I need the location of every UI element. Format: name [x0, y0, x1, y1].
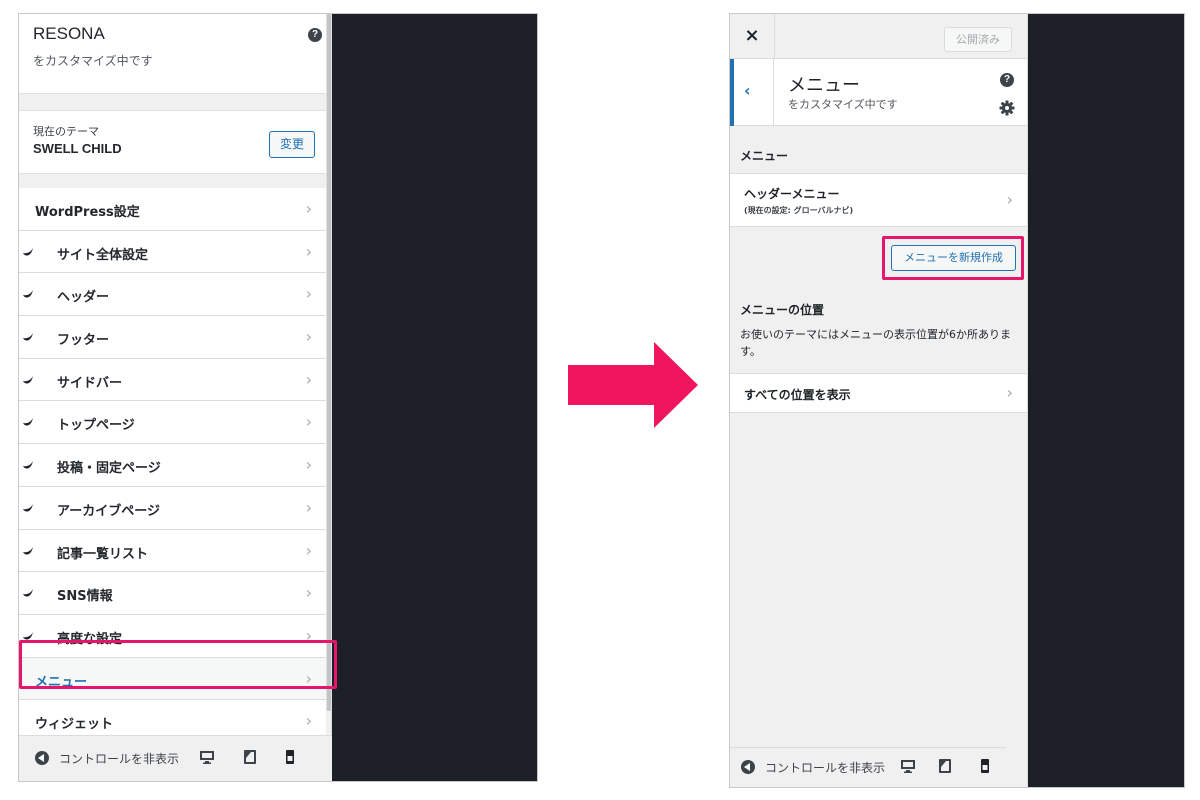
swell-icon [23, 589, 33, 597]
desktop-icon[interactable] [199, 749, 215, 765]
customizing-label: をカスタマイズ中です [788, 98, 898, 111]
swell-icon [23, 461, 33, 469]
chevron-right-icon: › [305, 497, 312, 517]
highlight-box [882, 236, 1024, 280]
view-all-locations-item[interactable]: すべての位置を表示 › [730, 373, 1027, 413]
menu-current-location: (現在の設定: グローバルナビ) [744, 206, 854, 215]
mobile-icon[interactable] [282, 749, 298, 765]
sidebar-item-label: 投稿・固定ページ [57, 461, 161, 477]
sidebar-item-label: SNS情報 [57, 589, 113, 605]
arrow-right-icon [568, 342, 698, 428]
back-icon: ‹ [744, 81, 751, 100]
sidebar-item-label: アーカイブページ [57, 503, 160, 519]
tablet-icon[interactable] [937, 758, 953, 774]
customizer-footer: コントロールを非表示 [19, 735, 332, 781]
site-preview [332, 14, 537, 781]
chevron-right-icon: › [305, 540, 312, 560]
sidebar-item-label: トップページ [57, 418, 135, 434]
sidebar-item-label: ヘッダー [57, 290, 110, 306]
customizing-label: をカスタマイズ中です [33, 54, 153, 68]
theme-label: 現在のテーマ [33, 125, 99, 138]
scrollbar-thumb[interactable] [327, 14, 331, 711]
sidebar-item-label: フッター [57, 333, 110, 349]
swell-icon [23, 418, 33, 426]
sidebar-item-label: サイト全体設定 [57, 247, 149, 263]
hide-controls-button[interactable]: コントロールを非表示 [765, 759, 886, 776]
left-screenshot: RESONA をカスタマイズ中です ? 現在のテーマ SWELL CHILD 変… [18, 13, 538, 782]
sidebar-item-header[interactable]: ヘッダー › [19, 273, 326, 317]
header-menu-item[interactable]: ヘッダーメニュー (現在の設定: グローバルナビ) › [730, 173, 1027, 227]
sidebar-item-archive-page[interactable]: アーカイブページ › [19, 486, 326, 530]
chevron-right-icon: › [305, 199, 312, 218]
right-screenshot: × 公開済み ‹ メニュー をカスタマイズ中です ? メニュー ヘッダーメニュー… [729, 13, 1185, 788]
sidebar-item-sns[interactable]: SNS情報 › [19, 572, 326, 615]
menu-name: ヘッダーメニュー [744, 187, 840, 201]
panel-title: メニュー [788, 75, 860, 96]
sidebar-item-footer[interactable]: フッター › [19, 316, 326, 359]
swell-icon [23, 247, 33, 256]
collapse-icon[interactable] [35, 751, 49, 765]
chevron-right-icon: › [1006, 383, 1013, 402]
help-icon[interactable]: ? [308, 28, 322, 42]
gear-icon[interactable] [999, 100, 1015, 116]
sidebar-item-wordpress-settings[interactable]: WordPress設定 › [19, 188, 326, 231]
sidebar-item-sidebar[interactable]: サイドバー › [19, 358, 326, 402]
site-title: RESONA [33, 24, 105, 43]
chevron-right-icon: › [305, 327, 312, 347]
back-button[interactable]: ‹ [730, 59, 774, 126]
site-preview [1028, 14, 1184, 787]
hide-controls-button[interactable]: コントロールを非表示 [59, 750, 185, 767]
swell-icon [23, 375, 33, 384]
view-all-label: すべての位置を表示 [744, 388, 851, 402]
swell-icon [23, 290, 33, 298]
sidebar-item-label: サイドバー [57, 375, 123, 391]
swell-icon [23, 333, 33, 341]
customizer-toolbar: × 公開済み [730, 14, 1027, 59]
desktop-icon[interactable] [900, 758, 916, 774]
current-theme-section: 現在のテーマ SWELL CHILD 変更 [19, 110, 326, 174]
sidebar-item-label: 記事一覧リスト [57, 546, 149, 562]
customizer-header: RESONA をカスタマイズ中です ? [19, 14, 326, 94]
sidebar-item-site-settings[interactable]: サイト全体設定 › [19, 230, 326, 274]
locations-description: お使いのテーマにはメニューの表示位置が6か所あります。 [740, 328, 1011, 358]
close-icon[interactable]: × [730, 14, 775, 59]
sidebar-item-post-page[interactable]: 投稿・固定ページ › [19, 444, 326, 487]
help-icon[interactable]: ? [1000, 73, 1014, 87]
chevron-right-icon: › [305, 455, 312, 475]
tablet-icon[interactable] [242, 749, 258, 765]
chevron-right-icon: › [305, 284, 312, 304]
publish-button[interactable]: 公開済み [944, 27, 1012, 52]
chevron-right-icon: › [305, 241, 312, 261]
customizer-sidebar: × 公開済み ‹ メニュー をカスタマイズ中です ? メニュー ヘッダーメニュー… [730, 14, 1028, 787]
swell-icon [23, 503, 33, 512]
sidebar-item-top-page[interactable]: トップページ › [19, 401, 326, 445]
theme-name: SWELL CHILD [33, 141, 122, 156]
panel-header: ‹ メニュー をカスタマイズ中です ? [730, 59, 1027, 126]
mobile-icon[interactable] [977, 758, 993, 774]
collapse-icon[interactable] [741, 760, 755, 774]
customizer-footer: コントロールを非表示 [730, 747, 1006, 787]
section-title-locations: メニューの位置 [740, 303, 825, 317]
sidebar-item-post-list[interactable]: 記事一覧リスト › [19, 529, 326, 573]
chevron-right-icon: › [1006, 190, 1013, 209]
chevron-right-icon: › [305, 369, 312, 389]
highlight-box [19, 640, 337, 689]
sidebar-item-label: ウィジェット [35, 717, 114, 733]
change-theme-button[interactable]: 変更 [269, 131, 315, 158]
swell-icon [23, 546, 33, 555]
section-title-menus: メニュー [740, 149, 789, 163]
chevron-right-icon: › [305, 711, 312, 731]
chevron-right-icon: › [305, 583, 312, 603]
chevron-right-icon: › [305, 412, 312, 432]
sidebar-item-label: WordPress設定 [35, 205, 140, 220]
